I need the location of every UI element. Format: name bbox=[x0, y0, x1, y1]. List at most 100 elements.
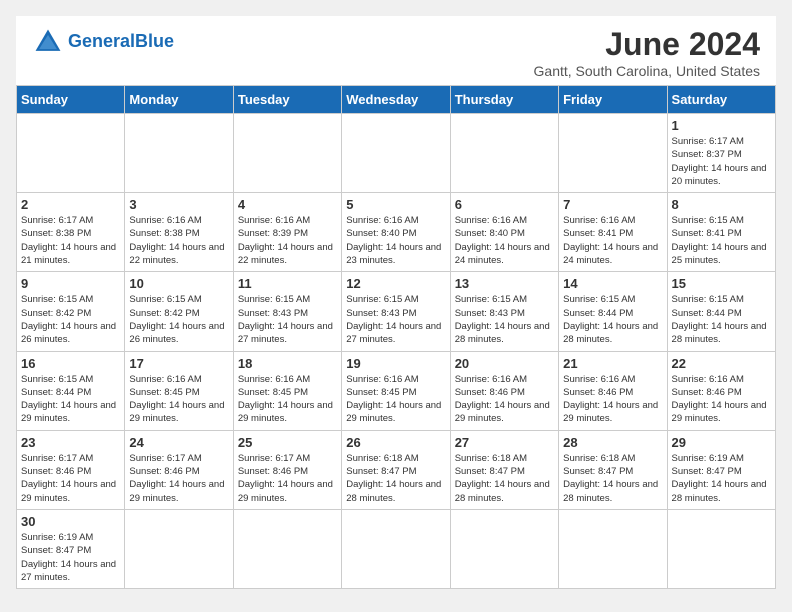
day-info: Sunrise: 6:15 AMSunset: 8:43 PMDaylight:… bbox=[238, 293, 337, 346]
weekday-header-sunday: Sunday bbox=[17, 86, 125, 114]
calendar-cell: 20Sunrise: 6:16 AMSunset: 8:46 PMDayligh… bbox=[450, 351, 558, 430]
day-number: 24 bbox=[129, 435, 228, 450]
sunrise-text: Sunrise: 6:16 AM bbox=[563, 374, 635, 385]
sunrise-text: Sunrise: 6:18 AM bbox=[563, 453, 635, 464]
daylight-text: Daylight: 14 hours and 27 minutes. bbox=[346, 321, 441, 345]
calendar-cell: 26Sunrise: 6:18 AMSunset: 8:47 PMDayligh… bbox=[342, 430, 450, 509]
week-row-2: 2 Sunrise: 6:17 AMSunset: 8:38 PMDaylight… bbox=[17, 193, 776, 272]
calendar-cell: 2 Sunrise: 6:17 AMSunset: 8:38 PMDaylight… bbox=[17, 193, 125, 272]
sunset-text: Sunset: 8:40 PM bbox=[455, 228, 525, 239]
daylight-text: Daylight: 14 hours and 29 minutes. bbox=[129, 400, 224, 424]
calendar-cell: 25Sunrise: 6:17 AMSunset: 8:46 PMDayligh… bbox=[233, 430, 341, 509]
weekday-header-saturday: Saturday bbox=[667, 86, 775, 114]
day-info: Sunrise: 6:17 AMSunset: 8:46 PMDaylight:… bbox=[129, 452, 228, 505]
daylight-text: Daylight: 14 hours and 28 minutes. bbox=[346, 479, 441, 503]
day-info: Sunrise: 6:16 AMSunset: 8:45 PMDaylight:… bbox=[129, 373, 228, 426]
day-number: 19 bbox=[346, 356, 445, 371]
weekday-header-friday: Friday bbox=[559, 86, 667, 114]
daylight-text: Daylight: 14 hours and 29 minutes. bbox=[455, 400, 550, 424]
sunrise-text: Sunrise: 6:15 AM bbox=[21, 294, 93, 305]
sunset-text: Sunset: 8:44 PM bbox=[672, 308, 742, 319]
sunset-text: Sunset: 8:47 PM bbox=[346, 466, 416, 477]
day-number: 22 bbox=[672, 356, 771, 371]
calendar-cell: 4Sunrise: 6:16 AMSunset: 8:39 PMDaylight… bbox=[233, 193, 341, 272]
day-number: 2 bbox=[21, 197, 120, 212]
sunrise-text: Sunrise: 6:15 AM bbox=[672, 294, 744, 305]
sunset-text: Sunset: 8:46 PM bbox=[455, 387, 525, 398]
logo: GeneralBlue bbox=[32, 26, 174, 58]
sunrise-text: Sunrise: 6:15 AM bbox=[346, 294, 418, 305]
daylight-text: Daylight: 14 hours and 29 minutes. bbox=[238, 479, 333, 503]
sunset-text: Sunset: 8:41 PM bbox=[672, 228, 742, 239]
day-info: Sunrise: 6:19 AMSunset: 8:47 PMDaylight:… bbox=[21, 531, 120, 584]
day-number: 13 bbox=[455, 276, 554, 291]
week-row-4: 16Sunrise: 6:15 AMSunset: 8:44 PMDayligh… bbox=[17, 351, 776, 430]
week-row-1: 1Sunrise: 6:17 AMSunset: 8:37 PMDaylight… bbox=[17, 114, 776, 193]
calendar-cell: 24 Sunrise: 6:17 AMSunset: 8:46 PMDayligh… bbox=[125, 430, 233, 509]
day-info: Sunrise: 6:17 AMSunset: 8:38 PMDaylight:… bbox=[21, 214, 120, 267]
day-info: Sunrise: 6:15 AM Sunset: 8:42 PM Daylight:… bbox=[21, 293, 120, 346]
calendar-cell: 21 Sunrise: 6:16 AM Sunset: 8:46 PM Dayligh… bbox=[559, 351, 667, 430]
calendar-cell: 28Sunrise: 6:18 AMSunset: 8:47 PMDayligh… bbox=[559, 430, 667, 509]
daylight-text: Daylight: 14 hours and 21 minutes. bbox=[21, 242, 116, 266]
daylight-text: Daylight: 14 hours and 22 minutes. bbox=[238, 242, 333, 266]
sunset-text: Sunset: 8:42 PM bbox=[21, 308, 91, 319]
calendar-cell: 18Sunrise: 6:16 AMSunset: 8:45 PMDayligh… bbox=[233, 351, 341, 430]
calendar-cell: 22Sunrise: 6:16 AMSunset: 8:46 PMDayligh… bbox=[667, 351, 775, 430]
calendar-title: June 2024 bbox=[534, 26, 760, 63]
sunrise-text: Sunrise: 6:17 AM bbox=[238, 453, 310, 464]
sunset-text: Sunset: 8:43 PM bbox=[238, 308, 308, 319]
day-info: Sunrise: 6:15 AMSunset: 8:42 PMDaylight:… bbox=[129, 293, 228, 346]
calendar-cell: 8Sunrise: 6:15 AMSunset: 8:41 PMDaylight… bbox=[667, 193, 775, 272]
sunset-text: Sunset: 8:46 PM bbox=[672, 387, 742, 398]
sunrise-text: Sunrise: 6:16 AM bbox=[455, 215, 527, 226]
week-row-3: 9Sunrise: 6:15 AMSunset: 8:42 PMDaylight… bbox=[17, 272, 776, 351]
calendar-page: GeneralBlue June 2024 Gantt, South Carol… bbox=[16, 16, 776, 589]
sunset-text: Sunset: 8:40 PM bbox=[346, 228, 416, 239]
day-number: 12 bbox=[346, 276, 445, 291]
sunset-text: Sunset: 8:46 PM bbox=[563, 387, 633, 398]
daylight-text: Daylight: 14 hours and 24 minutes. bbox=[455, 242, 550, 266]
sunset-text: Sunset: 8:43 PM bbox=[455, 308, 525, 319]
logo-text: GeneralBlue bbox=[68, 32, 174, 52]
day-number: 25 bbox=[238, 435, 337, 450]
calendar-cell: 16Sunrise: 6:15 AMSunset: 8:44 PMDayligh… bbox=[17, 351, 125, 430]
day-info: Sunrise: 6:15 AMSunset: 8:43 PMDaylight:… bbox=[455, 293, 554, 346]
calendar-cell bbox=[125, 114, 233, 193]
daylight-text: Daylight: 14 hours and 29 minutes. bbox=[672, 400, 767, 424]
day-number: 21 bbox=[563, 356, 662, 371]
calendar-cell bbox=[342, 114, 450, 193]
calendar-cell bbox=[342, 509, 450, 588]
day-info: Sunrise: 6:17 AMSunset: 8:46 PMDaylight:… bbox=[21, 452, 120, 505]
calendar-cell: 5Sunrise: 6:16 AMSunset: 8:40 PMDaylight… bbox=[342, 193, 450, 272]
sunset-text: Sunset: 8:37 PM bbox=[672, 149, 742, 160]
day-number: 23 bbox=[21, 435, 120, 450]
day-info: Sunrise: 6:16 AMSunset: 8:41 PMDaylight:… bbox=[563, 214, 662, 267]
day-info: Sunrise: 6:15 AMSunset: 8:44 PMDaylight:… bbox=[563, 293, 662, 346]
daylight-text: Daylight: 14 hours and 29 minutes. bbox=[563, 400, 658, 424]
weekday-header-thursday: Thursday bbox=[450, 86, 558, 114]
day-number: 3 bbox=[129, 197, 228, 212]
sunrise-text: Sunrise: 6:18 AM bbox=[455, 453, 527, 464]
sunrise-text: Sunrise: 6:16 AM bbox=[238, 215, 310, 226]
weekday-header-wednesday: Wednesday bbox=[342, 86, 450, 114]
daylight-text: Daylight: 14 hours and 26 minutes. bbox=[21, 321, 116, 345]
logo-icon bbox=[32, 26, 64, 58]
day-number: 18 bbox=[238, 356, 337, 371]
sunrise-text: Sunrise: 6:19 AM bbox=[672, 453, 744, 464]
day-number: 17 bbox=[129, 356, 228, 371]
calendar-cell: 29Sunrise: 6:19 AMSunset: 8:47 PMDayligh… bbox=[667, 430, 775, 509]
calendar-cell: 19Sunrise: 6:16 AMSunset: 8:45 PMDayligh… bbox=[342, 351, 450, 430]
day-info: Sunrise: 6:15 AMSunset: 8:44 PMDaylight:… bbox=[21, 373, 120, 426]
calendar-cell bbox=[17, 114, 125, 193]
day-info: Sunrise: 6:18 AMSunset: 8:47 PMDaylight:… bbox=[346, 452, 445, 505]
day-info: Sunrise: 6:15 AMSunset: 8:43 PMDaylight:… bbox=[346, 293, 445, 346]
calendar-cell bbox=[233, 509, 341, 588]
week-row-5: 23 Sunrise: 6:17 AMSunset: 8:46 PMDayligh… bbox=[17, 430, 776, 509]
weekday-header-tuesday: Tuesday bbox=[233, 86, 341, 114]
sunrise-text: Sunrise: 6:15 AM bbox=[129, 294, 201, 305]
calendar-cell: 3Sunrise: 6:16 AMSunset: 8:38 PMDaylight… bbox=[125, 193, 233, 272]
daylight-text: Daylight: 14 hours and 28 minutes. bbox=[672, 321, 767, 345]
daylight-text: Daylight: 14 hours and 29 minutes. bbox=[129, 479, 224, 503]
calendar-cell bbox=[450, 114, 558, 193]
